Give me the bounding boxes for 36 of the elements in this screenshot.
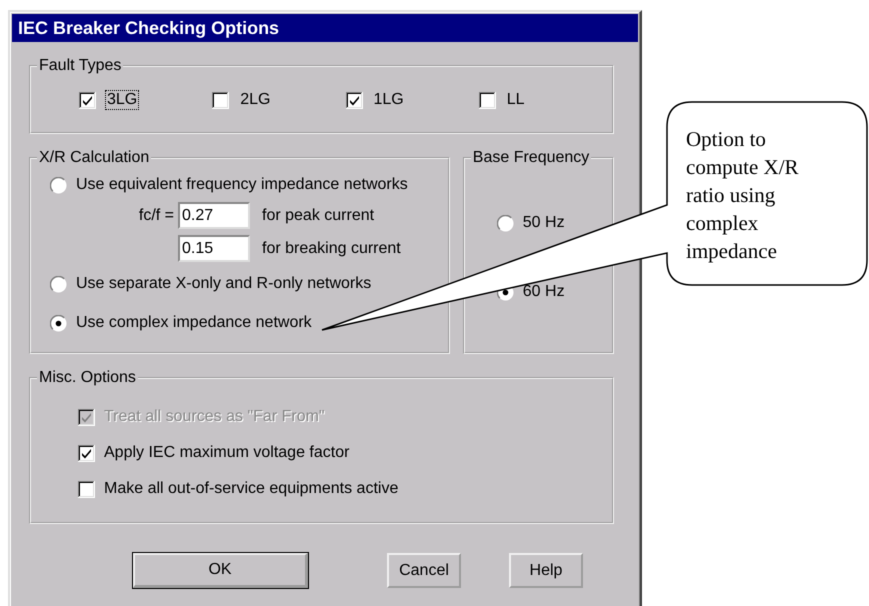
input-field[interactable]: 0.27 — [178, 202, 250, 229]
input-field[interactable]: 0.15 — [178, 235, 250, 262]
checkbox-label[interactable]: Make all out-of-service equipments active — [104, 480, 398, 498]
checkbox-label: Treat all sources as "Far From" — [104, 408, 325, 426]
group-label: Misc. Options — [38, 371, 137, 385]
group-label: X/R Calculation — [38, 151, 150, 165]
radio-button[interactable] — [496, 214, 514, 232]
checkbox-label[interactable]: Apply IEC maximum voltage factor — [104, 444, 350, 462]
group-label: Fault Types — [38, 59, 122, 73]
group-label: Base Frequency — [472, 151, 590, 165]
checkbox[interactable] — [78, 444, 95, 462]
radio-label[interactable]: Use complex impedance network — [76, 314, 312, 332]
dialog-button[interactable]: Help — [509, 553, 583, 588]
checkbox[interactable] — [78, 480, 95, 498]
dialog-button[interactable]: Cancel — [387, 553, 461, 588]
radio-label[interactable]: Use equivalent frequency impedance networks — [76, 176, 408, 194]
radio-button[interactable] — [50, 176, 67, 194]
dialog-button[interactable]: OK — [133, 553, 308, 588]
checkbox[interactable] — [212, 92, 230, 108]
checkbox[interactable] — [478, 92, 496, 108]
field-caption: for peak current — [262, 206, 374, 224]
checkbox[interactable] — [346, 92, 362, 108]
callout-text: Option to compute X/R ratio using complex impedance — [686, 126, 800, 265]
checkbox-label[interactable]: LL — [504, 90, 527, 110]
radio-label[interactable]: 50 Hz — [522, 214, 565, 232]
checkbox-label[interactable]: 2LG — [238, 90, 272, 110]
radio-button[interactable] — [50, 276, 67, 292]
field-label: fc/f = — [138, 206, 174, 224]
radio-label[interactable]: Use separate X-only and R-only networks — [76, 275, 372, 293]
checkbox-label[interactable]: 3LG — [105, 90, 140, 110]
checkbox[interactable] — [79, 92, 96, 108]
radio-label[interactable]: 60 Hz — [522, 283, 565, 301]
radio-button[interactable] — [50, 314, 67, 332]
field-caption: for breaking current — [262, 240, 401, 258]
checkbox-label[interactable]: 1LG — [372, 90, 406, 110]
window-title: IEC Breaker Checking Options — [12, 14, 638, 42]
